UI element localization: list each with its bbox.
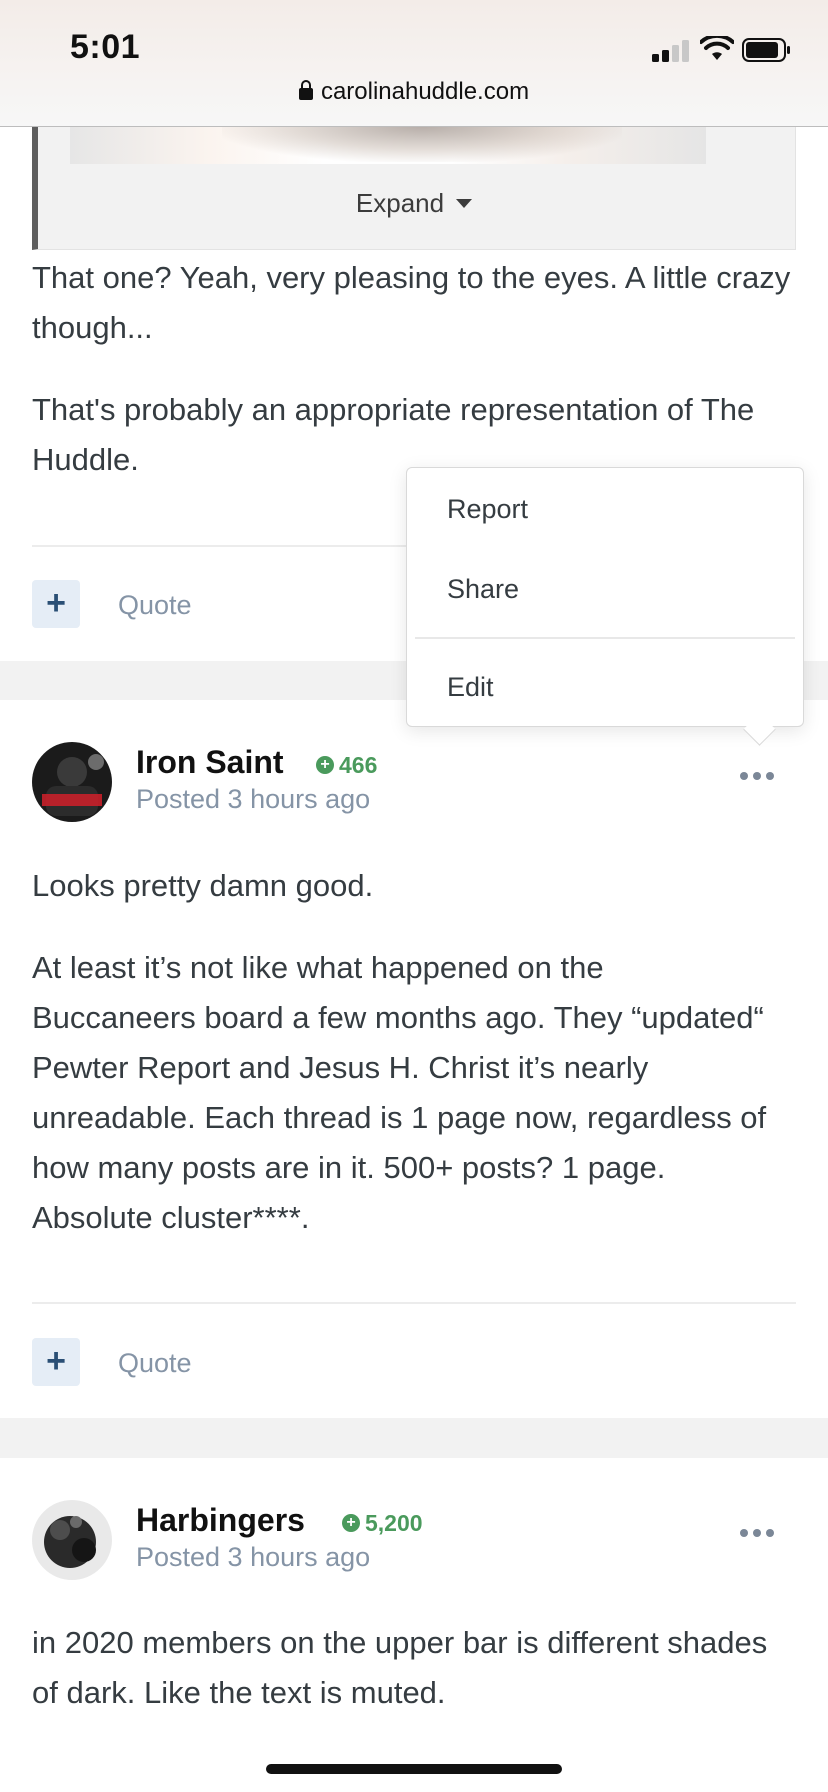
- ellipsis-icon[interactable]: [740, 772, 774, 782]
- author-name[interactable]: Iron Saint: [136, 744, 284, 781]
- menu-item-report[interactable]: Report: [447, 494, 528, 525]
- url-text: carolinahuddle.com: [320, 78, 530, 105]
- menu-divider: [415, 637, 795, 639]
- post-options-menu: Report Share Edit: [406, 467, 804, 727]
- menu-item-edit[interactable]: Edit: [447, 672, 494, 703]
- reputation-count: 466: [339, 752, 378, 778]
- expand-quote-button[interactable]: Expand: [32, 188, 796, 219]
- quote-button[interactable]: Quote: [118, 590, 192, 621]
- avatar[interactable]: [32, 742, 112, 822]
- browser-top-bar: 5:01 carolinahuddle.com: [0, 0, 828, 127]
- reputation-badge: +5,200: [342, 1510, 423, 1537]
- plus-circle-icon: +: [316, 755, 334, 774]
- author-name[interactable]: Harbingers: [136, 1502, 305, 1539]
- caret-down-icon: [456, 198, 473, 208]
- post-timestamp[interactable]: Posted 3 hours ago: [136, 1542, 370, 1573]
- quoted-image-shade: [222, 126, 622, 162]
- divider: [32, 1302, 796, 1304]
- reputation-badge: +466: [316, 752, 377, 779]
- cellular-signal-icon: [652, 40, 690, 62]
- wifi-icon: [700, 36, 734, 60]
- home-indicator[interactable]: [266, 1764, 562, 1774]
- expand-label: Expand: [355, 188, 445, 218]
- avatar-image: [32, 742, 112, 822]
- avatar[interactable]: [32, 1500, 112, 1580]
- add-reaction-button[interactable]: +: [32, 1338, 80, 1386]
- post-paragraph: in 2020 members on the upper bar is diff…: [32, 1625, 768, 1710]
- battery-icon: [742, 38, 790, 62]
- status-time: 5:01: [70, 28, 141, 66]
- post-paragraph: At least it’s not like what happened on …: [32, 950, 767, 1235]
- avatar-image: [32, 1500, 112, 1580]
- post-timestamp[interactable]: Posted 3 hours ago: [136, 784, 370, 815]
- menu-item-share[interactable]: Share: [447, 574, 519, 605]
- plus-circle-icon: +: [342, 1513, 360, 1532]
- reputation-count: 5,200: [365, 1510, 423, 1536]
- add-reaction-button[interactable]: +: [32, 580, 80, 628]
- address-bar[interactable]: carolinahuddle.com: [0, 78, 828, 106]
- lock-icon: [298, 80, 313, 100]
- post-paragraph: Looks pretty damn good.: [32, 868, 374, 903]
- quote-button[interactable]: Quote: [118, 1348, 192, 1379]
- ellipsis-icon[interactable]: [740, 1529, 774, 1539]
- post-paragraph: That one? Yeah, very pleasing to the eye…: [32, 260, 791, 345]
